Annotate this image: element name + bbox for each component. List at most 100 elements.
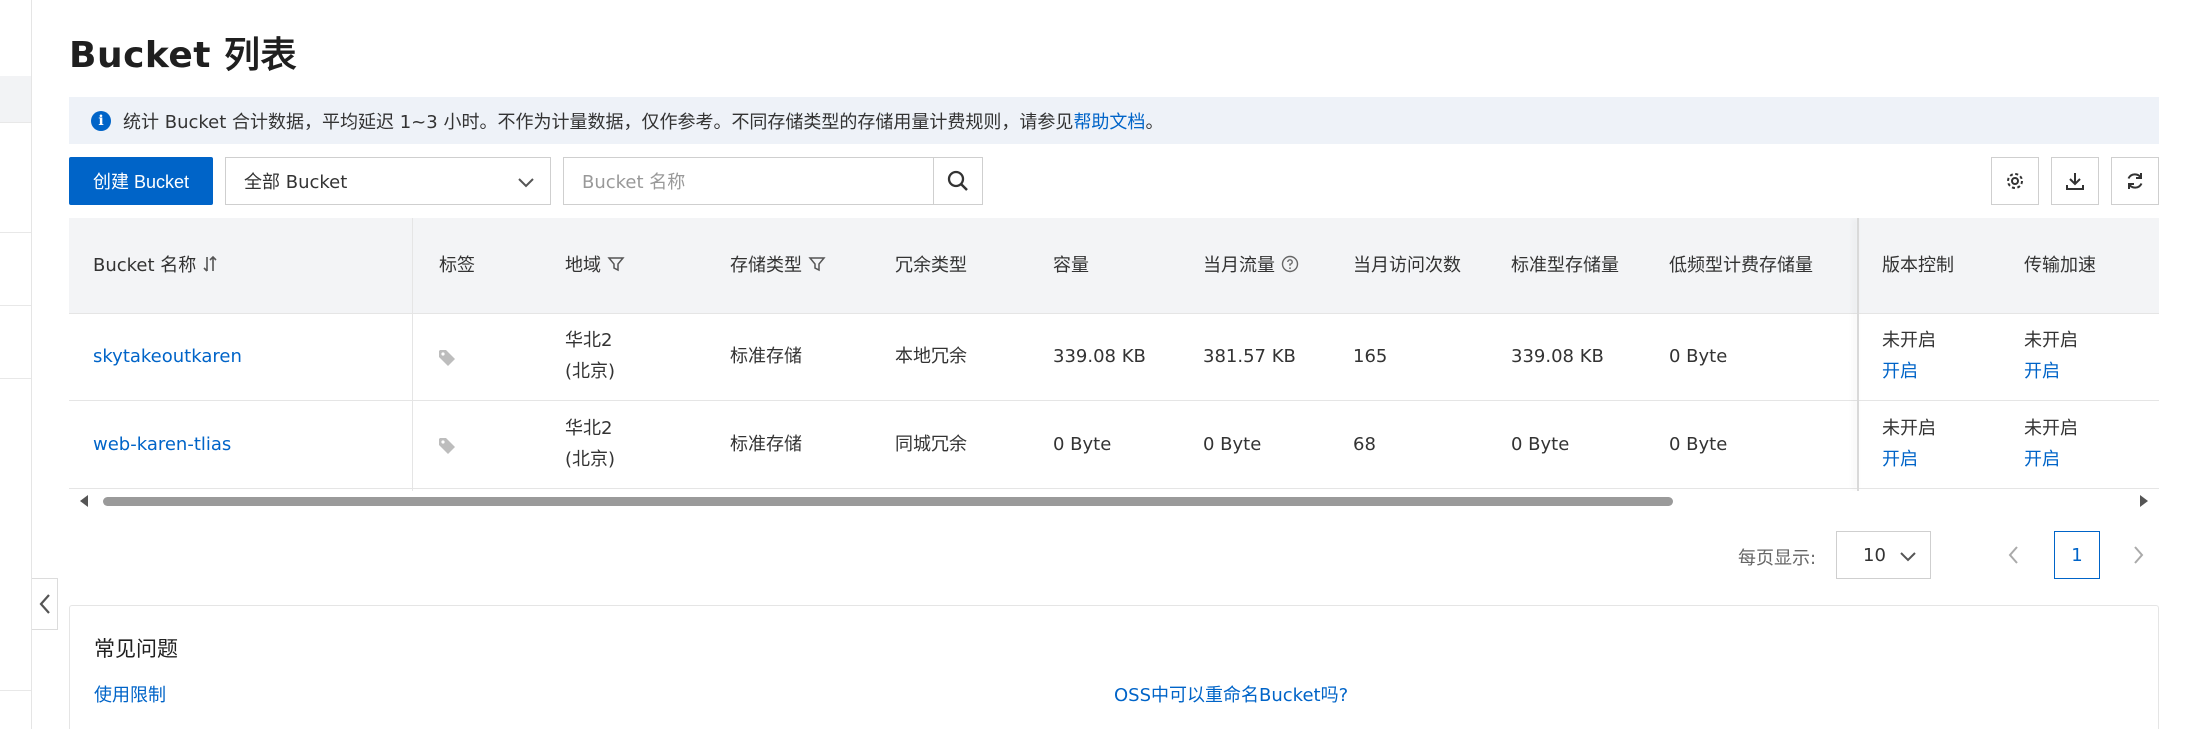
fixed-column-divider xyxy=(1857,218,1859,491)
chevron-left-icon xyxy=(39,594,50,614)
sidebar-collapse-button[interactable] xyxy=(32,578,58,630)
faq-panel: 常见问题 使用限制 OSS中可以重命名Bucket吗? xyxy=(69,605,2159,729)
search-button[interactable] xyxy=(933,157,983,205)
acceleration-enable-link[interactable]: 开启 xyxy=(2024,357,2060,387)
header-acceleration: 传输加速 xyxy=(2024,255,2096,276)
sidebar-active-item[interactable] xyxy=(0,76,31,122)
export-button[interactable] xyxy=(2051,157,2099,205)
sidebar-divider xyxy=(0,122,31,123)
download-icon xyxy=(2066,173,2084,190)
tag-icon[interactable] xyxy=(437,436,457,456)
header-name[interactable]: Bucket 名称 xyxy=(93,251,218,277)
capacity: 339.08 KB xyxy=(1053,346,1146,367)
header-capacity: 容量 xyxy=(1053,255,1089,276)
sort-icon[interactable] xyxy=(202,255,218,273)
header-name-label: Bucket 名称 xyxy=(93,255,197,276)
scroll-left-arrow-icon[interactable] xyxy=(77,493,91,509)
settings-button[interactable] xyxy=(1991,157,2039,205)
scrollbar-thumb[interactable] xyxy=(103,497,1673,506)
acceleration-status: 未开启 xyxy=(2024,330,2078,351)
horizontal-scrollbar[interactable] xyxy=(69,493,2159,509)
region-line1: 华北2 xyxy=(565,330,613,351)
page-size-value: 10 xyxy=(1863,544,1886,566)
standard-storage: 0 Byte xyxy=(1511,434,1570,455)
table-row: skytakeoutkaren 华北2 (北京) 标准存储 本地冗余 339.0… xyxy=(69,314,2159,401)
page-size-label: 每页显示: xyxy=(1738,548,1817,569)
notice-text: 统计 Bucket 合计数据，平均延迟 1~3 小时。不作为计量数据，仅作参考。… xyxy=(123,111,1074,133)
header-tags: 标签 xyxy=(439,255,475,276)
acceleration-status: 未开启 xyxy=(2024,418,2078,439)
notice-suffix: 。 xyxy=(1145,111,1164,133)
toolbar: 创建 Bucket 全部 Bucket Bucket 名称 xyxy=(69,157,2159,205)
chevron-left-icon xyxy=(2008,546,2018,564)
header-storage-class: 存储类型 xyxy=(730,251,826,277)
versioning-enable-link[interactable]: 开启 xyxy=(1882,357,1918,387)
next-page-button[interactable] xyxy=(2124,541,2152,569)
chevron-down-icon xyxy=(518,178,534,188)
redundancy: 本地冗余 xyxy=(895,346,967,367)
header-redundancy: 冗余类型 xyxy=(895,255,967,276)
redundancy: 同城冗余 xyxy=(895,434,967,455)
bucket-filter-select[interactable]: 全部 Bucket xyxy=(225,157,551,205)
bucket-name-link[interactable]: skytakeoutkaren xyxy=(93,342,242,372)
standard-storage: 339.08 KB xyxy=(1511,346,1604,367)
header-standard-storage: 标准型存储量 xyxy=(1511,255,1619,276)
header-storage-class-label: 存储类型 xyxy=(730,255,802,276)
filter-icon[interactable] xyxy=(808,255,826,273)
ia-billed-storage: 0 Byte xyxy=(1669,346,1728,367)
bucket-search-input[interactable]: Bucket 名称 xyxy=(563,157,933,205)
header-region-label: 地域 xyxy=(565,255,601,276)
page-number-button[interactable]: 1 xyxy=(2054,531,2100,579)
storage-class: 标准存储 xyxy=(730,434,802,455)
refresh-button[interactable] xyxy=(2111,157,2159,205)
bucket-name-link[interactable]: web-karen-tlias xyxy=(93,430,231,460)
monthly-requests: 165 xyxy=(1353,346,1388,367)
column-divider xyxy=(412,218,413,491)
create-bucket-button[interactable]: 创建 Bucket xyxy=(69,157,213,205)
header-monthly-requests: 当月访问次数 xyxy=(1353,255,1461,276)
bucket-filter-value: 全部 Bucket xyxy=(244,172,348,193)
filter-icon[interactable] xyxy=(607,255,625,273)
sidebar-divider xyxy=(0,232,31,233)
page-size-select[interactable]: 10 xyxy=(1836,531,1931,579)
info-icon: i xyxy=(91,110,111,131)
header-monthly-traffic: 当月流量 xyxy=(1203,251,1299,277)
sidebar-divider xyxy=(0,690,31,691)
region-line2: (北京) xyxy=(565,449,616,470)
capacity: 0 Byte xyxy=(1053,434,1112,455)
faq-title: 常见问题 xyxy=(94,637,178,661)
help-doc-link[interactable]: 帮助文档 xyxy=(1073,108,1145,134)
page-title: Bucket 列表 xyxy=(69,35,298,76)
faq-link-usage-limits[interactable]: 使用限制 xyxy=(94,681,166,707)
ia-billed-storage: 0 Byte xyxy=(1669,434,1728,455)
tag-icon[interactable] xyxy=(437,348,457,368)
monthly-requests: 68 xyxy=(1353,434,1376,455)
bucket-table: Bucket 名称 标签 地域 存储类型 冗余类型 容量 当月流量 当月访问次数… xyxy=(69,218,2159,491)
chevron-right-icon xyxy=(2134,546,2144,564)
acceleration-enable-link[interactable]: 开启 xyxy=(2024,445,2060,475)
header-ia-billed-storage: 低频型计费存储量 xyxy=(1669,255,1813,276)
versioning-enable-link[interactable]: 开启 xyxy=(1882,445,1918,475)
info-notice: i 统计 Bucket 合计数据，平均延迟 1~3 小时。不作为计量数据，仅作参… xyxy=(69,97,2159,144)
previous-page-button[interactable] xyxy=(2000,541,2028,569)
table-header: Bucket 名称 标签 地域 存储类型 冗余类型 容量 当月流量 当月访问次数… xyxy=(69,218,2159,314)
header-versioning: 版本控制 xyxy=(1882,255,1954,276)
refresh-icon xyxy=(2127,173,2143,189)
header-region: 地域 xyxy=(565,251,625,277)
page: Bucket 列表 i 统计 Bucket 合计数据，平均延迟 1~3 小时。不… xyxy=(0,0,2208,729)
help-icon[interactable] xyxy=(1281,255,1299,273)
sidebar-divider xyxy=(0,378,31,379)
faq-link-rename-bucket[interactable]: OSS中可以重命名Bucket吗? xyxy=(1114,681,1348,707)
search-icon xyxy=(947,170,968,191)
versioning-status: 未开启 xyxy=(1882,330,1936,351)
region-line1: 华北2 xyxy=(565,418,613,439)
table-row: web-karen-tlias 华北2 (北京) 标准存储 同城冗余 0 Byt… xyxy=(69,402,2159,489)
scroll-right-arrow-icon[interactable] xyxy=(2137,493,2151,509)
storage-class: 标准存储 xyxy=(730,346,802,367)
versioning-status: 未开启 xyxy=(1882,418,1936,439)
monthly-traffic: 381.57 KB xyxy=(1203,346,1296,367)
monthly-traffic: 0 Byte xyxy=(1203,434,1262,455)
chevron-down-icon xyxy=(1900,552,1916,562)
left-sidebar-strip xyxy=(0,0,32,729)
header-monthly-traffic-label: 当月流量 xyxy=(1203,255,1275,276)
